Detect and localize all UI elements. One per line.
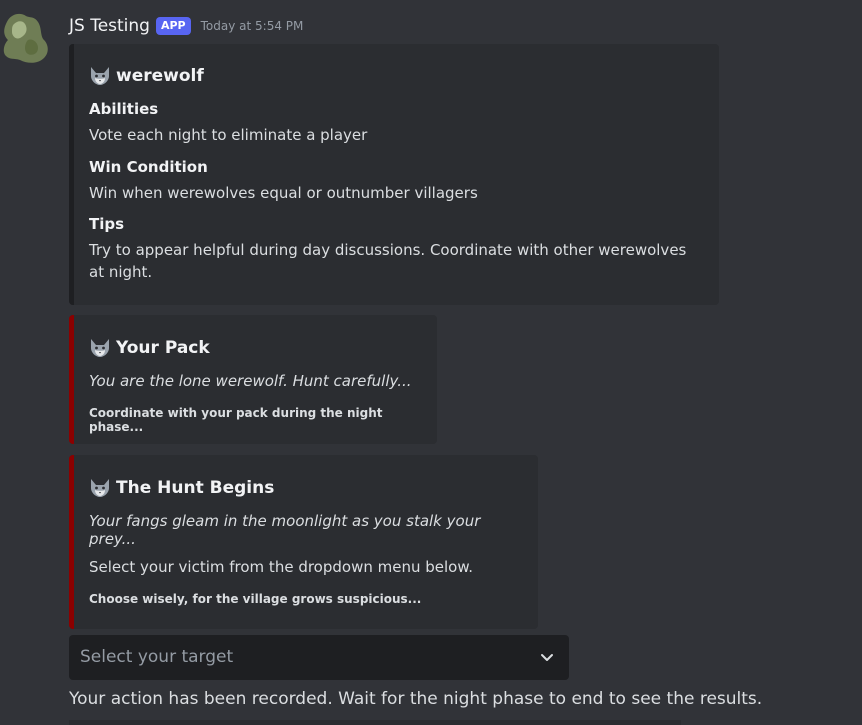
wolf-emoji-icon [89, 66, 111, 86]
target-select-dropdown[interactable]: Select your target [69, 635, 569, 680]
embed-text: Select your victim from the dropdown men… [89, 558, 473, 576]
wolf-silhouette-avatar-icon [3, 13, 48, 63]
app-badge: APP [155, 17, 191, 35]
embed-title: werewolf [89, 64, 703, 88]
embed-hunt-begins: The Hunt Begins Your fangs gleam in the … [69, 455, 538, 629]
field-name-abilities: Abilities [89, 100, 159, 118]
wolf-emoji-icon [89, 478, 111, 498]
embed-title: Your Pack [89, 336, 421, 360]
embed-accent-bar [69, 315, 74, 444]
embed-footer: Choose wisely, for the village grows sus… [89, 592, 422, 606]
author-name[interactable]: JS Testing [69, 16, 150, 36]
field-name-tips: Tips [89, 215, 125, 233]
chevron-down-icon[interactable] [539, 649, 555, 665]
embed-your-pack: Your Pack You are the lone werewolf. Hun… [69, 315, 437, 444]
select-placeholder: Select your target [80, 647, 234, 667]
field-value-tips: Try to appear helpful during day discuss… [89, 241, 687, 281]
field-value-abilities: Vote each night to eliminate a player [89, 126, 368, 144]
embed-title-text: The Hunt Begins [116, 478, 275, 498]
embed-title: The Hunt Begins [89, 476, 522, 500]
embed-description: Your fangs gleam in the moonlight as you… [89, 512, 481, 548]
embed-title-text: Your Pack [116, 338, 210, 358]
field-name-win-condition: Win Condition [89, 158, 208, 176]
embed-role-card: werewolf Abilities Vote each night to el… [69, 44, 719, 305]
embed-description: You are the lone werewolf. Hunt carefull… [89, 372, 412, 390]
result-message: Your action has been recorded. Wait for … [69, 689, 763, 709]
embed-accent-bar [69, 455, 74, 629]
message-timestamp[interactable]: Today at 5:54 PM [201, 19, 304, 33]
field-value-win-condition: Win when werewolves equal or outnumber v… [89, 184, 478, 202]
embed-footer: Coordinate with your pack during the nig… [89, 406, 383, 434]
embed-accent-bar [69, 44, 74, 305]
next-embed-edge [69, 720, 681, 725]
avatar[interactable] [0, 10, 50, 66]
embed-title-text: werewolf [116, 66, 204, 86]
message-header: JS Testing APP Today at 5:54 PM [69, 14, 303, 38]
message: JS Testing APP Today at 5:54 PM werewolf [0, 0, 862, 725]
wolf-emoji-icon [89, 338, 111, 358]
